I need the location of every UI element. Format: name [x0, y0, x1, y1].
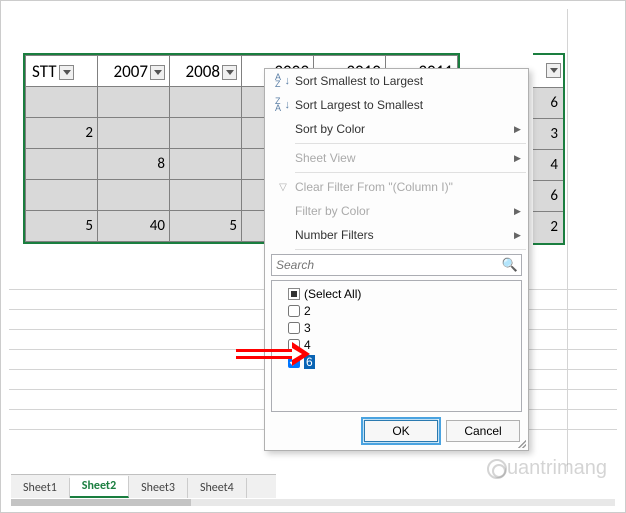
- search-row: 🔍: [271, 254, 522, 276]
- chevron-right-icon: ▶: [514, 153, 528, 164]
- filter-dropdown-icon[interactable]: [546, 63, 561, 78]
- header-cell[interactable]: [533, 55, 563, 88]
- checkbox[interactable]: [288, 305, 300, 317]
- cell[interactable]: 4: [533, 150, 563, 181]
- header-cell[interactable]: 2007: [98, 56, 170, 87]
- menu-separator: [295, 143, 526, 144]
- check-option[interactable]: 3: [278, 319, 515, 336]
- menu-label: Number Filters: [295, 228, 514, 242]
- cell[interactable]: 2: [533, 212, 563, 243]
- cell[interactable]: [170, 118, 242, 149]
- cell[interactable]: 5: [170, 211, 242, 242]
- check-label: 3: [304, 321, 311, 335]
- search-icon: 🔍: [502, 257, 518, 273]
- menu-label: Sort by Color: [295, 122, 514, 136]
- gridline: [567, 9, 568, 472]
- cancel-button[interactable]: Cancel: [446, 420, 520, 442]
- clear-filter-icon: ▽: [271, 182, 295, 193]
- sheet-tab[interactable]: Sheet3: [129, 478, 188, 498]
- cell[interactable]: [98, 180, 170, 211]
- checkbox[interactable]: [288, 322, 300, 334]
- sheet-view-item: Sheet View ▶: [265, 146, 528, 170]
- sheet-tab-active[interactable]: Sheet2: [70, 476, 129, 498]
- cell[interactable]: [98, 87, 170, 118]
- sheet-tab[interactable]: Sheet4: [188, 478, 247, 498]
- chevron-right-icon: ▶: [514, 230, 528, 241]
- button-row: OK Cancel: [265, 416, 528, 450]
- filter-menu: AZ↓ Sort Smallest to Largest ZA↓ Sort La…: [264, 68, 529, 451]
- menu-separator: [295, 249, 526, 250]
- sheet-tabs: Sheet1 Sheet2 Sheet3 Sheet4: [11, 474, 276, 498]
- sheet-tab[interactable]: Sheet1: [11, 478, 70, 498]
- header-label: 2008: [186, 61, 220, 82]
- cell[interactable]: [98, 118, 170, 149]
- sort-desc-icon: ZA↓: [271, 98, 295, 112]
- cell[interactable]: [26, 87, 98, 118]
- header-label: 2007: [114, 61, 148, 82]
- cell[interactable]: [170, 180, 242, 211]
- check-option[interactable]: 4: [278, 336, 515, 353]
- filter-by-color-item: Filter by Color ▶: [265, 199, 528, 223]
- check-label: (Select All): [304, 287, 361, 301]
- menu-label: Sort Largest to Smallest: [295, 98, 528, 112]
- ok-button[interactable]: OK: [364, 420, 438, 442]
- cell[interactable]: [26, 180, 98, 211]
- cell[interactable]: 2: [26, 118, 98, 149]
- scrollbar-thumb[interactable]: [11, 499, 191, 506]
- menu-label: Filter by Color: [295, 204, 514, 218]
- cell[interactable]: 3: [533, 119, 563, 150]
- header-cell[interactable]: 2008: [170, 56, 242, 87]
- cell[interactable]: [26, 149, 98, 180]
- check-select-all[interactable]: (Select All): [278, 285, 515, 302]
- resize-grip-icon[interactable]: [516, 438, 526, 448]
- chevron-right-icon: ▶: [514, 206, 528, 217]
- sort-desc-item[interactable]: ZA↓ Sort Largest to Smallest: [265, 93, 528, 117]
- header-cell[interactable]: STT: [26, 56, 98, 87]
- partial-check-icon[interactable]: [288, 288, 300, 300]
- chevron-right-icon: ▶: [514, 124, 528, 135]
- last-column: 6 3 4 6 2: [533, 53, 565, 245]
- cell[interactable]: 6: [533, 181, 563, 212]
- cell[interactable]: [170, 87, 242, 118]
- filter-dropdown-icon[interactable]: [222, 65, 237, 80]
- menu-label: Sort Smallest to Largest: [295, 74, 528, 88]
- menu-separator: [295, 172, 526, 173]
- menu-label: Clear Filter From "(Column I)": [295, 180, 528, 194]
- check-option[interactable]: 2: [278, 302, 515, 319]
- filter-dropdown-icon[interactable]: [150, 65, 165, 80]
- header-label: STT: [32, 61, 57, 82]
- check-label: 2: [304, 304, 311, 318]
- sort-asc-icon: AZ↓: [271, 74, 295, 88]
- cell[interactable]: 40: [98, 211, 170, 242]
- filter-dropdown-icon[interactable]: [59, 65, 74, 80]
- clear-filter-item: ▽ Clear Filter From "(Column I)": [265, 175, 528, 199]
- cell[interactable]: [170, 149, 242, 180]
- sort-by-color-item[interactable]: Sort by Color ▶: [265, 117, 528, 141]
- sort-asc-item[interactable]: AZ↓ Sort Smallest to Largest: [265, 69, 528, 93]
- cell[interactable]: 8: [98, 149, 170, 180]
- arrow-annotation: [236, 342, 310, 366]
- menu-label: Sheet View: [295, 151, 514, 165]
- cell[interactable]: 6: [533, 88, 563, 119]
- check-option[interactable]: 6: [278, 353, 515, 370]
- scrollbar-horizontal[interactable]: [11, 499, 615, 506]
- cell[interactable]: 5: [26, 211, 98, 242]
- number-filters-item[interactable]: Number Filters ▶: [265, 223, 528, 247]
- search-input[interactable]: [271, 254, 522, 276]
